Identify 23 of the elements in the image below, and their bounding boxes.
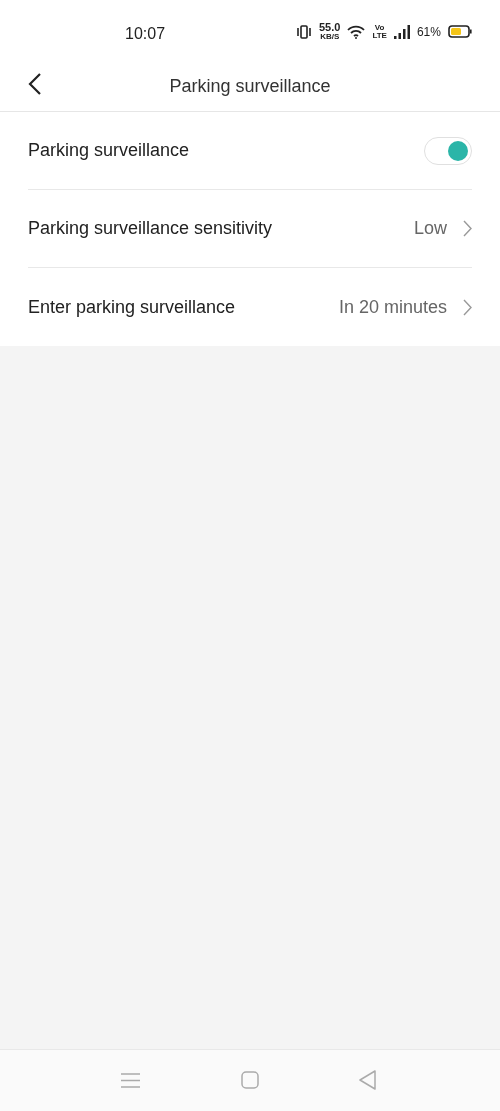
volte-label: Vo — [374, 23, 385, 32]
speed-unit: KB/S — [320, 33, 340, 41]
home-icon[interactable] — [241, 1071, 259, 1089]
lte-label: LTE — [372, 31, 387, 40]
screen-title: Parking surveillance — [169, 75, 331, 98]
setting-value: In 20 minutes — [338, 295, 447, 319]
vibrate-icon — [296, 24, 312, 39]
signal-icon — [393, 24, 410, 39]
back-icon[interactable] — [27, 72, 43, 96]
setting-value: Low — [413, 217, 447, 240]
toggle-switch[interactable] — [424, 136, 472, 165]
setting-label: Parking surveillance sensitivity — [28, 217, 273, 240]
back-triangle-icon[interactable] — [359, 1070, 377, 1090]
setting-label: Parking surveillance — [28, 139, 190, 162]
battery-percent: 61% — [416, 23, 441, 41]
battery-icon — [447, 25, 472, 38]
status-time: 10:07 — [125, 24, 166, 44]
setting-label: Enter parking surveillance — [28, 295, 236, 319]
menu-icon[interactable] — [121, 1073, 140, 1088]
chevron-right-icon[interactable] — [463, 298, 472, 316]
chevron-right-icon[interactable] — [463, 220, 472, 237]
network-speed: 55.0 — [319, 22, 341, 33]
wifi-icon — [347, 24, 366, 39]
